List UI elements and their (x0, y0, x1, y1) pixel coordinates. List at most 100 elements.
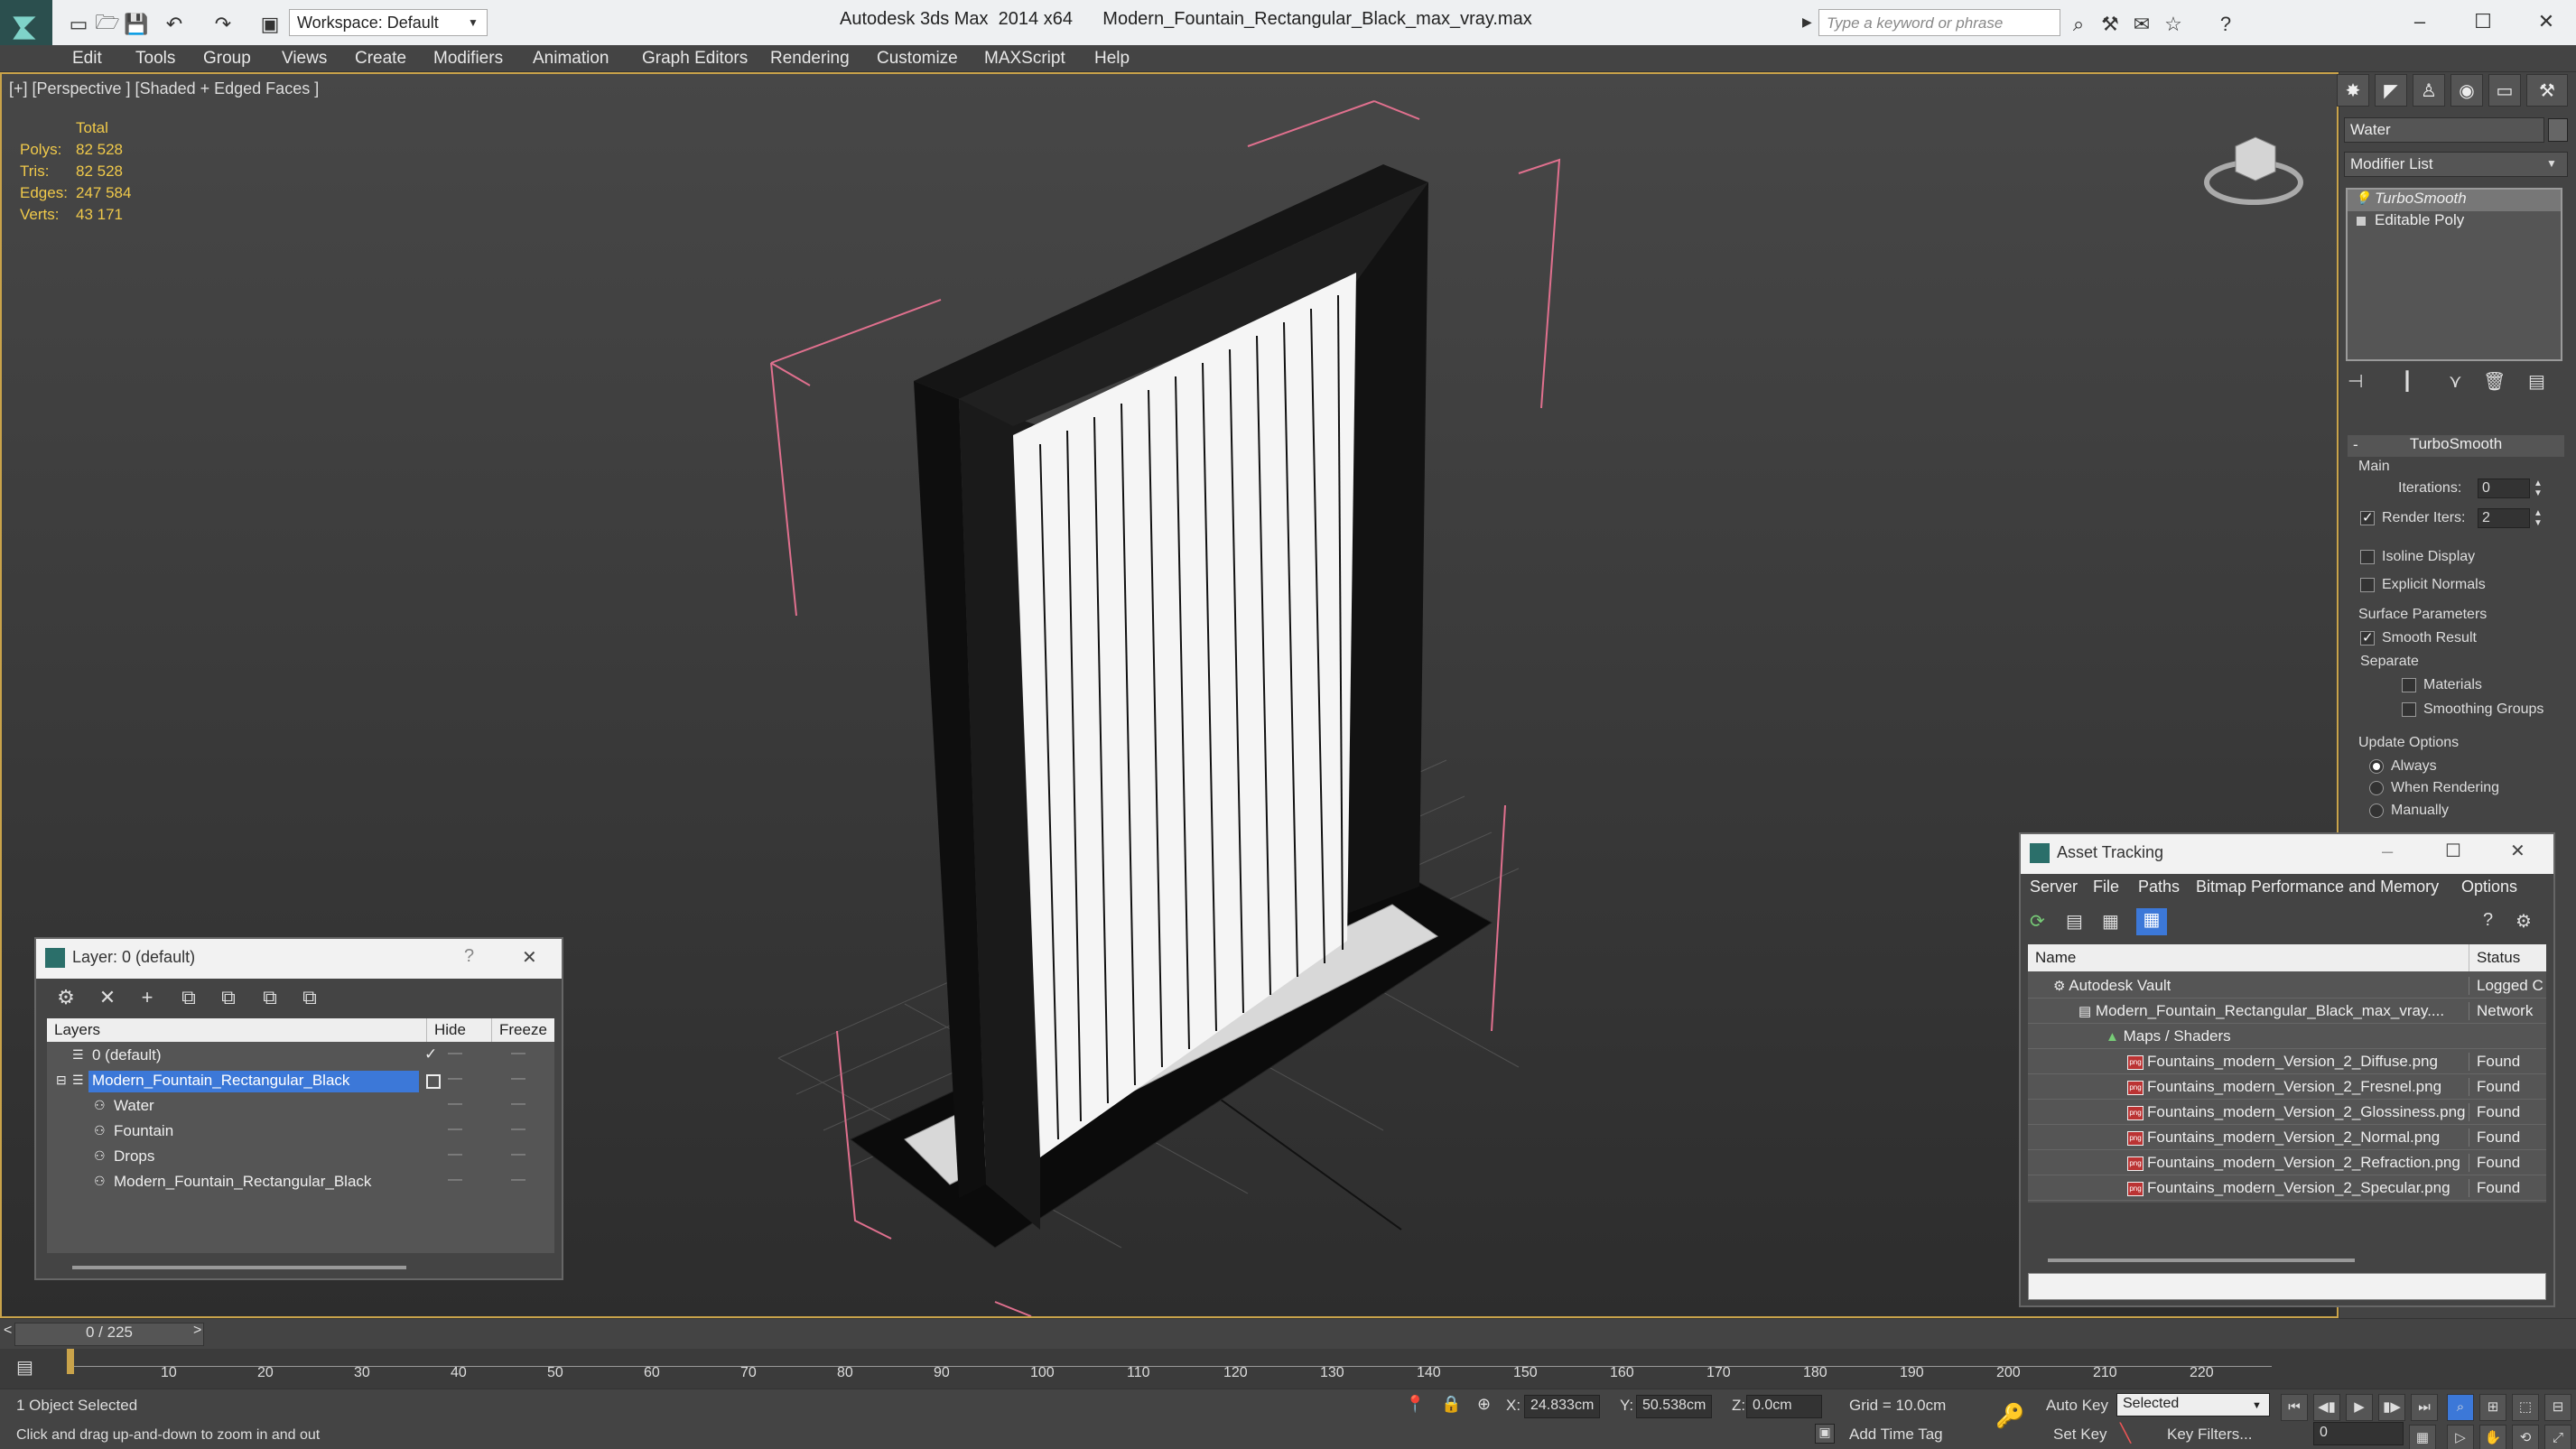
x-coordinate-field[interactable]: 24.833cm (1524, 1395, 1600, 1418)
menu-maxscript[interactable]: MAXScript (984, 49, 1065, 69)
spinner-arrows-icon[interactable]: ▲ ▼ (2534, 478, 2543, 498)
hide-toggle[interactable]: — (448, 1147, 462, 1163)
hierarchy-tab-icon[interactable]: ♙ (2413, 74, 2445, 107)
close-button[interactable]: ✕ (2528, 5, 2564, 38)
menu-animation[interactable]: Animation (533, 49, 609, 69)
time-slider[interactable]: < 0 / 225 > (0, 1318, 2576, 1349)
maximize-button[interactable]: ☐ (2465, 5, 2501, 38)
pan-view-icon[interactable]: ✋ (2479, 1425, 2506, 1449)
remove-modifier-icon[interactable]: 🗑 (2483, 370, 2506, 393)
y-coordinate-field[interactable]: 50.538cm (1636, 1395, 1712, 1418)
asset-path-field[interactable] (2028, 1273, 2546, 1300)
absolute-mode-icon[interactable]: ⊕ (1477, 1395, 1491, 1414)
field-of-view-icon[interactable]: ▷ (2447, 1425, 2474, 1449)
minimize-button[interactable]: – (2402, 5, 2438, 38)
asset-row[interactable]: ▤ Modern_Fountain_Rectangular_Black_max_… (2028, 999, 2546, 1024)
show-end-result-icon[interactable]: ┃ (2402, 370, 2413, 393)
turbosmooth-rollout-header[interactable]: - TurboSmooth (2348, 435, 2564, 457)
smooth-result-checkbox[interactable] (2360, 629, 2375, 646)
key-filters-button[interactable]: Key Filters... (2167, 1426, 2252, 1444)
asset-row[interactable]: png Fountains_modern_Version_2_Specular.p… (2028, 1175, 2546, 1201)
time-configuration-icon[interactable]: ▦ (2409, 1425, 2436, 1449)
menu-graph-editors[interactable]: Graph Editors (642, 49, 748, 69)
time-tag-icon[interactable]: ▣ (1815, 1424, 1835, 1444)
modify-tab-icon[interactable]: ◤ (2375, 74, 2407, 107)
open-file-icon[interactable]: 🗁 (94, 11, 121, 38)
set-key-button[interactable]: Set Key (2053, 1426, 2107, 1444)
menu-help[interactable]: Help (1094, 49, 1130, 69)
goto-end-icon[interactable]: ⏭ (2411, 1394, 2438, 1421)
update-when-rendering-radio[interactable] (2369, 781, 2384, 795)
horizontal-scrollbar[interactable] (2048, 1259, 2355, 1262)
object-name-field[interactable]: Water (2344, 117, 2544, 143)
render-iters-spinner[interactable]: 2 (2478, 508, 2530, 528)
freeze-toggle[interactable]: — (511, 1121, 525, 1138)
layer-settings-icon[interactable]: ⚙ (51, 986, 81, 1015)
iterations-spinner[interactable]: 0 (2478, 478, 2530, 498)
asset-row[interactable]: png Fountains_modern_Version_2_Diffuse.pn… (2028, 1049, 2546, 1074)
select-layer-objects-icon[interactable]: ⧉ (213, 986, 244, 1015)
render-iters-checkbox[interactable] (2360, 509, 2375, 525)
menu-group[interactable]: Group (203, 49, 251, 69)
subscription-icon[interactable]: ⚒ (2097, 11, 2124, 38)
hide-toggle[interactable]: — (448, 1071, 462, 1087)
hide-column-header[interactable]: Hide (426, 1018, 491, 1042)
isolate-selection-icon[interactable]: 📍 (1405, 1395, 1425, 1414)
add-selection-to-layer-icon[interactable]: ⧉ (173, 986, 204, 1015)
update-manually-radio[interactable] (2369, 803, 2384, 818)
zoom-icon[interactable]: ⌕ (2447, 1394, 2474, 1421)
smoothing-groups-checkbox[interactable] (2402, 702, 2416, 717)
modifier-stack[interactable]: 💡 TurboSmooth Editable Poly (2346, 188, 2562, 361)
minimize-button[interactable]: – (2382, 840, 2393, 863)
search-expand-icon[interactable]: ▶ (1802, 14, 1812, 30)
close-button[interactable]: ✕ (2510, 840, 2525, 862)
current-frame-marker[interactable] (67, 1349, 74, 1374)
asset-menu-bitmap-performance[interactable]: Bitmap Performance and Memory (2196, 878, 2439, 896)
current-frame-field[interactable]: 0 (2313, 1422, 2404, 1445)
highlight-layer-icon[interactable]: ⧉ (255, 986, 285, 1015)
help-icon[interactable]: ? (2212, 11, 2239, 38)
freeze-toggle[interactable]: — (511, 1172, 525, 1188)
prev-frame-icon[interactable]: < (4, 1323, 12, 1339)
layer-window-title[interactable]: Layer: 0 (default) (36, 939, 562, 979)
asset-window-title[interactable]: Asset Tracking (2021, 834, 2553, 874)
search-input[interactable]: Type a keyword or phrase (1818, 9, 2060, 36)
undo-icon[interactable]: ↶ (161, 11, 188, 38)
help-button[interactable]: ? (464, 946, 474, 967)
favorites-star-icon[interactable]: ☆ (2160, 11, 2187, 38)
zoom-all-icon[interactable]: ⊞ (2479, 1394, 2506, 1421)
make-unique-icon[interactable]: ⋎ (2449, 370, 2462, 393)
object-color-swatch[interactable] (2548, 118, 2568, 142)
redo-icon[interactable]: ↷ (209, 11, 237, 38)
vault-settings-icon[interactable]: ⚙ (2516, 910, 2541, 935)
set-current-layer-box[interactable] (426, 1074, 441, 1089)
orbit-icon[interactable]: ⟲ (2512, 1425, 2539, 1449)
asset-menu-paths[interactable]: Paths (2138, 878, 2180, 896)
update-always-radio[interactable] (2369, 759, 2384, 774)
layer-object-row[interactable]: ⚇ Fountain — — (47, 1119, 554, 1145)
hide-toggle[interactable]: — (448, 1172, 462, 1188)
name-column-header[interactable]: Name (2028, 944, 2469, 971)
asset-row[interactable]: png Fountains_modern_Version_2_Fresnel.pn… (2028, 1074, 2546, 1100)
freeze-toggle[interactable]: — (511, 1147, 525, 1163)
utilities-tab-icon[interactable]: ⚒ (2526, 74, 2568, 107)
menu-views[interactable]: Views (282, 49, 327, 69)
stack-item-editable-poly[interactable]: Editable Poly (2348, 211, 2561, 233)
save-file-icon[interactable]: 💾 (123, 11, 150, 38)
materials-checkbox[interactable] (2402, 678, 2416, 692)
set-key-mode-key-icon[interactable]: 🔑 (1995, 1402, 2024, 1430)
zoom-extents-all-icon[interactable]: ⊟ (2544, 1394, 2571, 1421)
menu-edit[interactable]: Edit (72, 49, 102, 69)
maximize-viewport-icon[interactable]: ⤢ (2544, 1425, 2571, 1449)
set-key-icon[interactable]: ╲ (2120, 1422, 2131, 1444)
new-layer-icon[interactable]: + (132, 986, 163, 1015)
mini-curve-editor-icon[interactable]: ▤ (16, 1356, 33, 1379)
thumbnail-view-icon[interactable]: ▦ (2102, 910, 2127, 935)
hide-unhide-all-icon[interactable]: ⧉ (294, 986, 325, 1015)
stack-item-turbosmooth[interactable]: 💡 TurboSmooth (2348, 190, 2561, 211)
menu-rendering[interactable]: Rendering (770, 49, 850, 69)
close-button[interactable]: ✕ (522, 946, 537, 969)
maximize-button[interactable]: ☐ (2445, 840, 2461, 862)
goto-start-icon[interactable]: ⏮ (2281, 1394, 2308, 1421)
refresh-icon[interactable]: ⟳ (2030, 910, 2055, 935)
